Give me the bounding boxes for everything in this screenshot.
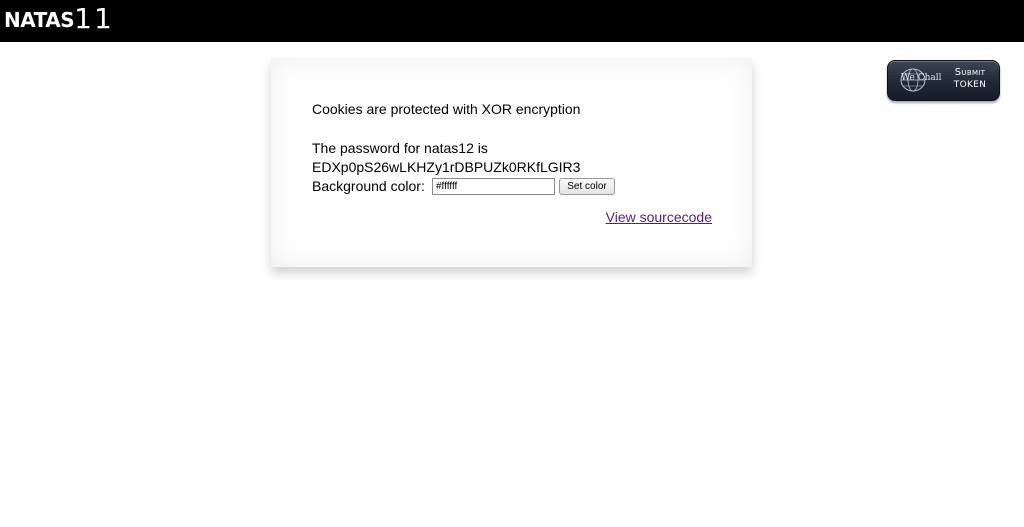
natas-logo: NATAS11: [4, 2, 114, 35]
submit-label: Submit: [954, 67, 986, 78]
wechall-label: We Chall: [901, 73, 942, 83]
submit-token-label: Submit TOKEN: [946, 68, 994, 90]
view-sourcecode-link[interactable]: View sourcecode: [606, 209, 712, 225]
page-header: NATAS11: [0, 0, 1024, 42]
background-color-label: Background color:: [312, 178, 425, 194]
password-value: EDXp0pS26wLKHZy1rDBPUZk0RKfLGIR3: [312, 159, 581, 175]
xor-message: Cookies are protected with XOR encryptio…: [312, 101, 581, 117]
set-color-button[interactable]: Set color: [559, 178, 615, 195]
password-label: The password for natas12 is: [312, 140, 488, 156]
logo-level-number: 11: [74, 2, 114, 35]
background-color-input[interactable]: [432, 178, 555, 195]
submit-token-button[interactable]: We Chall Submit TOKEN: [887, 60, 1000, 101]
logo-text: NATAS: [4, 8, 75, 32]
content-panel: Cookies are protected with XOR encryptio…: [271, 58, 752, 267]
token-label: TOKEN: [953, 80, 987, 90]
